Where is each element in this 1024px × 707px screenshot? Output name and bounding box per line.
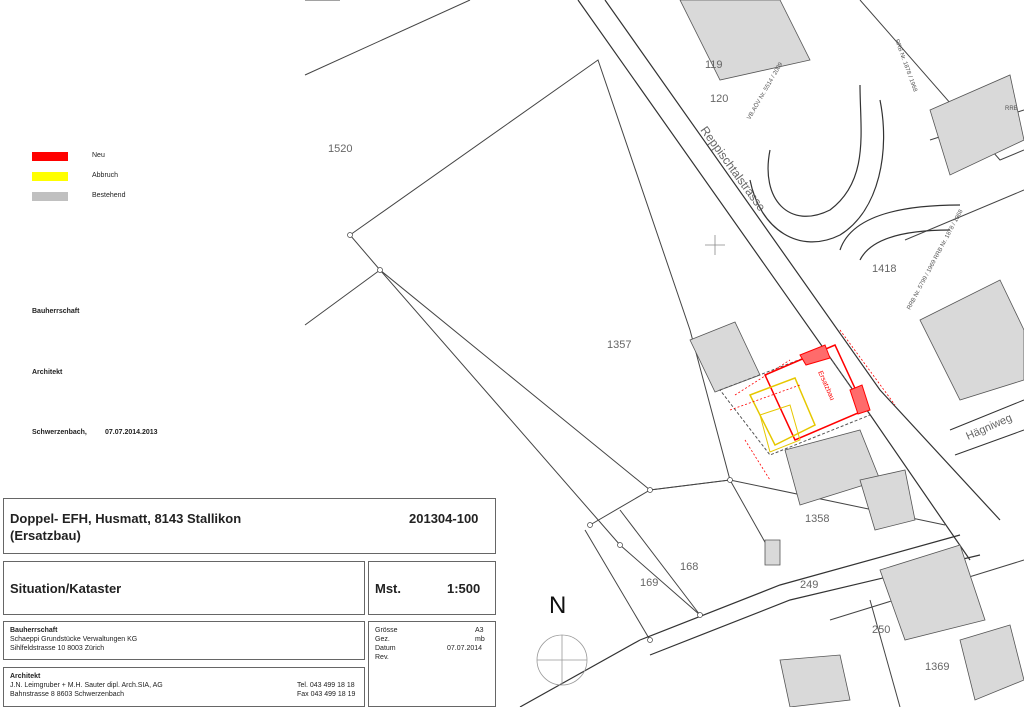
architect-tel: Tel. 043 499 18 18 [297, 682, 355, 689]
architect-name: J.N. Leimgruber + M.H. Sauter dipl. Arch… [10, 682, 163, 689]
titleblock-plan-title: Situation/Kataster [3, 561, 365, 615]
parcel-label: 1418 [872, 263, 896, 275]
new-building-part [799, 344, 831, 366]
building-existing [929, 74, 1024, 176]
parcel-boundary [869, 599, 901, 707]
parcel-label: 1357 [607, 339, 631, 351]
rrb-note: RRB Nr. 1878 / 1968 [893, 39, 918, 94]
plan-title: Situation/Kataster [10, 581, 122, 596]
legend-swatch-bestehend [32, 192, 68, 201]
parcel-label: 120 [710, 93, 728, 105]
scale-value: 1:500 [447, 581, 481, 596]
legend-swatch-abbruch [32, 172, 68, 181]
owner-name: Schaeppi Grundstücke Verwaltungen KG [10, 636, 138, 643]
legend-label-bestehend: Bestehend [92, 192, 126, 199]
titleblock-scale: Mst. 1:500 [368, 561, 496, 615]
legend-swatch-neu [32, 152, 68, 161]
project-subtitle: (Ersatzbau) [10, 528, 81, 543]
rrb-note: RRB Nr. 5799 / 1969 RRB Nr. 1878 / 1968 [906, 208, 964, 311]
meta-key: Rev. [375, 654, 389, 661]
street-label: Hägniweg [964, 412, 1014, 443]
meta-value: 07.07.2014 [447, 645, 483, 652]
north-compass [536, 634, 588, 686]
parcel-label: 1369 [925, 661, 949, 673]
owner-address: Sihlfeldstrasse 10 8003 Zürich [10, 645, 105, 652]
new-building-part [849, 384, 871, 415]
architect-fax: Fax 043 499 18 19 [297, 691, 356, 698]
meta-value: mb [475, 636, 485, 643]
meta-key: Datum [375, 645, 396, 652]
building-existing [679, 0, 811, 81]
building-label: Ersatzbau [816, 370, 835, 402]
parcel-label: 168 [680, 561, 698, 573]
parcel-1357-outline [349, 59, 731, 491]
parcel-label: 250 [872, 624, 890, 636]
architect-address: Bahnstrasse 8 8603 Schwerzenbach [10, 691, 125, 698]
legend-label-abbruch: Abbruch [92, 172, 119, 179]
parcel-label: 1520 [328, 143, 352, 155]
plan-sheet: 1520 1357 1418 1358 169 168 249 250 1369… [0, 0, 1024, 707]
titleblock-meta: Grösse A3 Gez. mb Datum 07.07.2014 Rev. [368, 621, 496, 707]
building-existing [764, 539, 781, 566]
parcel-label: 249 [800, 579, 818, 591]
building-existing [689, 321, 761, 393]
survey-marker [705, 235, 725, 255]
titleblock-project: Doppel- EFH, Husmatt, 8143 Stallikon (Er… [3, 498, 496, 554]
existing-buildings [679, 0, 1024, 707]
owner-heading: Bauherrschaft [10, 627, 58, 634]
label-date: 07.07.2014.2013 [105, 429, 158, 436]
building-existing [959, 624, 1024, 701]
label-bauherrschaft: Bauherrschaft [32, 308, 80, 315]
legend-label-neu: Neu [92, 152, 105, 159]
parcel-boundary [304, 269, 381, 326]
project-title: Doppel- EFH, Husmatt, 8143 Stallikon [10, 511, 242, 526]
rrb-note: RRB [1005, 106, 1018, 112]
meta-value: A3 [475, 627, 484, 634]
building-existing [779, 654, 851, 707]
titleblock-owner: Bauherrschaft Schaeppi Grundstücke Verwa… [3, 621, 365, 660]
building-existing [859, 469, 916, 531]
label-architekt: Architekt [32, 369, 63, 376]
titleblock-architect: Architekt J.N. Leimgruber + M.H. Sauter … [3, 667, 365, 707]
meta-key: Grösse [375, 627, 398, 634]
parcel-boundary [904, 189, 1024, 241]
parcel-boundary [304, 0, 471, 76]
building-existing [919, 279, 1024, 401]
parcel-label: 169 [640, 577, 658, 589]
scale-label: Mst. [375, 581, 401, 596]
project-number: 201304-100 [409, 511, 479, 526]
north-label: N [549, 592, 567, 619]
parcel-label: 119 [705, 59, 723, 71]
street-label: Reppischtalstrasse [698, 124, 769, 215]
parcel-label: 1358 [805, 513, 829, 525]
label-place: Schwerzenbach, [32, 429, 87, 436]
road-reppischtalstrasse [577, 0, 1001, 561]
meta-key: Gez. [375, 636, 390, 643]
architect-heading: Architekt [10, 673, 41, 680]
